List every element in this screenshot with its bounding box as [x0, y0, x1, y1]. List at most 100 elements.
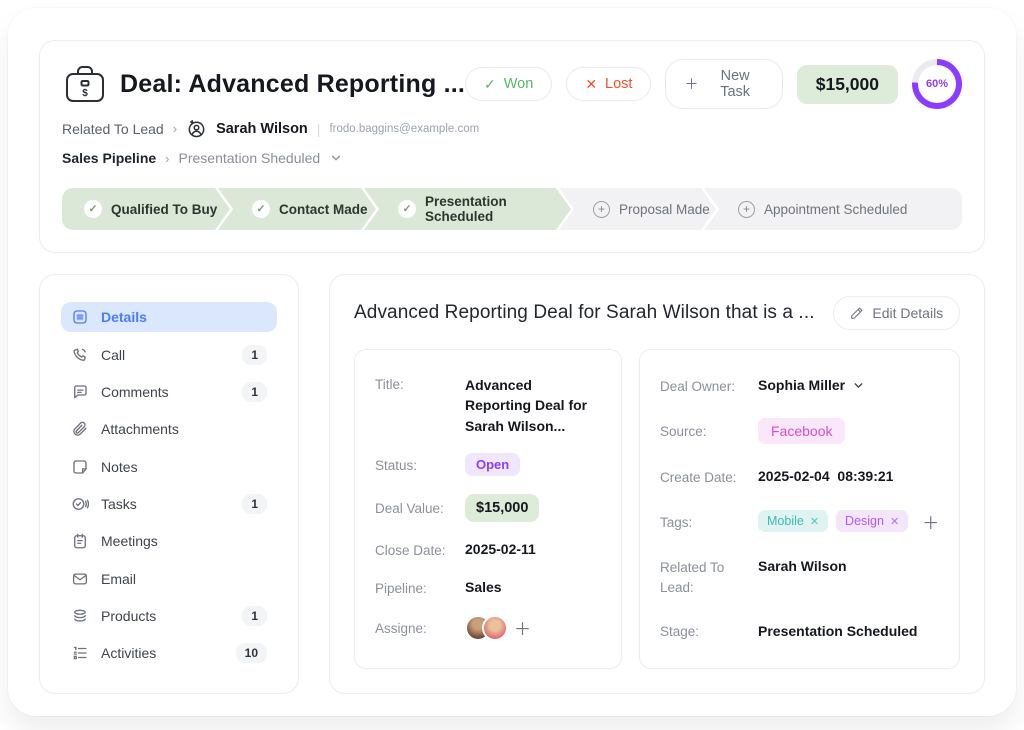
- edit-details-button[interactable]: Edit Details: [833, 296, 960, 330]
- detail-sidebar: Details Call 1 Comments 1 Attachments No…: [39, 274, 299, 694]
- deal-details-panel: Advanced Reporting Deal for Sarah Wilson…: [329, 274, 985, 694]
- deal-value-badge: $15,000: [797, 65, 898, 104]
- stage-proposal-made[interactable]: + Proposal Made: [559, 188, 716, 230]
- stage-appointment-scheduled[interactable]: + Appointment Scheduled: [704, 188, 962, 230]
- create-time: 08:39:21: [837, 468, 893, 484]
- stage-label: Appointment Scheduled: [764, 202, 907, 217]
- assigne-label: Assigne:: [375, 619, 465, 636]
- deal-info-card: Title: Advanced Reporting Deal for Sarah…: [354, 349, 622, 669]
- sidebar-item-tasks[interactable]: Tasks 1: [61, 489, 277, 518]
- stage-qualified-to-buy[interactable]: ✓ Qualified To Buy: [62, 188, 230, 230]
- new-task-button[interactable]: ＋ New Task: [665, 59, 782, 109]
- sidebar-item-details[interactable]: Details: [61, 302, 277, 332]
- stage-label: Contact Made: [279, 202, 368, 217]
- deal-value-chip: $15,000: [465, 494, 539, 522]
- stage-value: Presentation Scheduled: [758, 621, 917, 641]
- pipeline-value: Sales: [465, 577, 502, 597]
- meeting-icon: [71, 532, 89, 550]
- sidebar-item-activities[interactable]: Activities 10: [61, 639, 277, 668]
- new-task-label: New Task: [706, 68, 763, 100]
- activities-list-icon: [71, 644, 89, 662]
- check-icon: ✓: [484, 77, 496, 91]
- deal-owner-dropdown[interactable]: Sophia Miller: [758, 375, 865, 395]
- tags-label: Tags:: [660, 513, 758, 530]
- won-label: Won: [504, 76, 534, 92]
- remove-tag-icon[interactable]: ✕: [890, 515, 899, 528]
- remove-tag-icon[interactable]: ✕: [810, 515, 819, 528]
- details-icon: [71, 308, 89, 326]
- sidebar-item-email[interactable]: Email: [61, 564, 277, 593]
- x-icon: ✕: [585, 77, 597, 91]
- sidebar-item-label: Details: [101, 309, 147, 325]
- paperclip-icon: [71, 420, 89, 438]
- sidebar-item-label: Call: [101, 347, 125, 363]
- page-title: Deal: Advanced Reporting ...: [120, 70, 465, 99]
- plus-icon: ＋: [684, 77, 698, 91]
- sidebar-item-label: Activities: [101, 645, 156, 661]
- chevron-down-icon[interactable]: [329, 151, 343, 165]
- deal-detail-title: Advanced Reporting Deal for Sarah Wilson…: [354, 302, 815, 324]
- stage-contact-made[interactable]: ✓ Contact Made: [218, 188, 376, 230]
- lead-email: frodo.baggins@example.com: [329, 123, 479, 135]
- won-button[interactable]: ✓ Won: [465, 67, 552, 101]
- chevron-right-icon: ›: [173, 121, 177, 136]
- sidebar-item-label: Comments: [101, 384, 169, 400]
- title-value: Advanced Reporting Deal for Sarah Wilson…: [465, 375, 601, 436]
- count-badge: 1: [242, 382, 267, 402]
- stage-presentation-scheduled[interactable]: ✓ Presentation Scheduled: [364, 188, 571, 230]
- status-badge: Open: [465, 453, 520, 476]
- count-badge: 1: [242, 494, 267, 514]
- sidebar-item-label: Attachments: [101, 421, 179, 437]
- note-icon: [71, 458, 89, 476]
- create-date-label: Create Date:: [660, 468, 758, 485]
- count-badge: 1: [242, 606, 267, 626]
- deal-owner-value: Sophia Miller: [758, 375, 845, 395]
- tags-list: Mobile ✕ Design ✕ ＋: [758, 509, 939, 534]
- pipeline-stage-bar: ✓ Qualified To Buy ✓ Contact Made ✓ Pres…: [62, 188, 962, 230]
- sidebar-item-label: Notes: [101, 459, 138, 475]
- related-to-lead-label: Related To Lead: [62, 121, 164, 137]
- count-badge: 10: [236, 643, 267, 663]
- sidebar-item-attachments[interactable]: Attachments: [61, 415, 277, 444]
- title-label: Title:: [375, 375, 465, 392]
- source-badge: Facebook: [758, 418, 845, 444]
- sidebar-item-meetings[interactable]: Meetings: [61, 527, 277, 556]
- lost-label: Lost: [605, 76, 632, 92]
- divider: |: [317, 121, 321, 137]
- chevron-right-icon: ›: [165, 151, 169, 166]
- pipeline-label: Pipeline:: [375, 579, 465, 596]
- lead-name-link[interactable]: Sarah Wilson: [216, 121, 308, 137]
- close-date-label: Close Date:: [375, 541, 465, 558]
- sidebar-item-products[interactable]: Products 1: [61, 601, 277, 630]
- create-date-value: 2025-02-04 08:39:21: [758, 466, 893, 486]
- status-label: Status:: [375, 456, 465, 473]
- check-circle-icon: ✓: [398, 200, 416, 218]
- pipeline-name: Sales Pipeline: [62, 150, 156, 166]
- deal-value-label: Deal Value:: [375, 499, 465, 516]
- add-tag-button[interactable]: ＋: [922, 509, 939, 534]
- avatar: [482, 615, 508, 641]
- assignee-avatars: ＋: [465, 615, 531, 641]
- deal-owner-label: Deal Owner:: [660, 377, 758, 394]
- stage-label: Stage:: [660, 622, 758, 639]
- add-assignee-button[interactable]: ＋: [514, 615, 531, 640]
- tag-chip: Design ✕: [836, 510, 908, 532]
- lead-icon: [186, 118, 207, 139]
- count-badge: 1: [242, 345, 267, 365]
- related-to-lead-label: Related To Lead:: [660, 556, 758, 599]
- progress-percent: 60%: [918, 65, 956, 103]
- sidebar-item-comments[interactable]: Comments 1: [61, 378, 277, 407]
- sidebar-item-label: Email: [101, 571, 136, 587]
- app-container: $ Deal: Advanced Reporting ... ✓ Won ✕ L…: [8, 8, 1016, 716]
- deal-header-card: $ Deal: Advanced Reporting ... ✓ Won ✕ L…: [39, 40, 985, 253]
- stage-label: Qualified To Buy: [111, 202, 217, 217]
- lost-button[interactable]: ✕ Lost: [566, 67, 651, 101]
- sidebar-item-call[interactable]: Call 1: [61, 340, 277, 369]
- tag-label: Design: [845, 514, 884, 528]
- stage-dropdown-value[interactable]: Presentation Sheduled: [179, 150, 321, 166]
- plus-circle-icon: +: [738, 201, 755, 218]
- tag-chip: Mobile ✕: [758, 510, 828, 532]
- phone-icon: [71, 346, 89, 364]
- task-check-icon: [71, 495, 89, 513]
- sidebar-item-notes[interactable]: Notes: [61, 452, 277, 481]
